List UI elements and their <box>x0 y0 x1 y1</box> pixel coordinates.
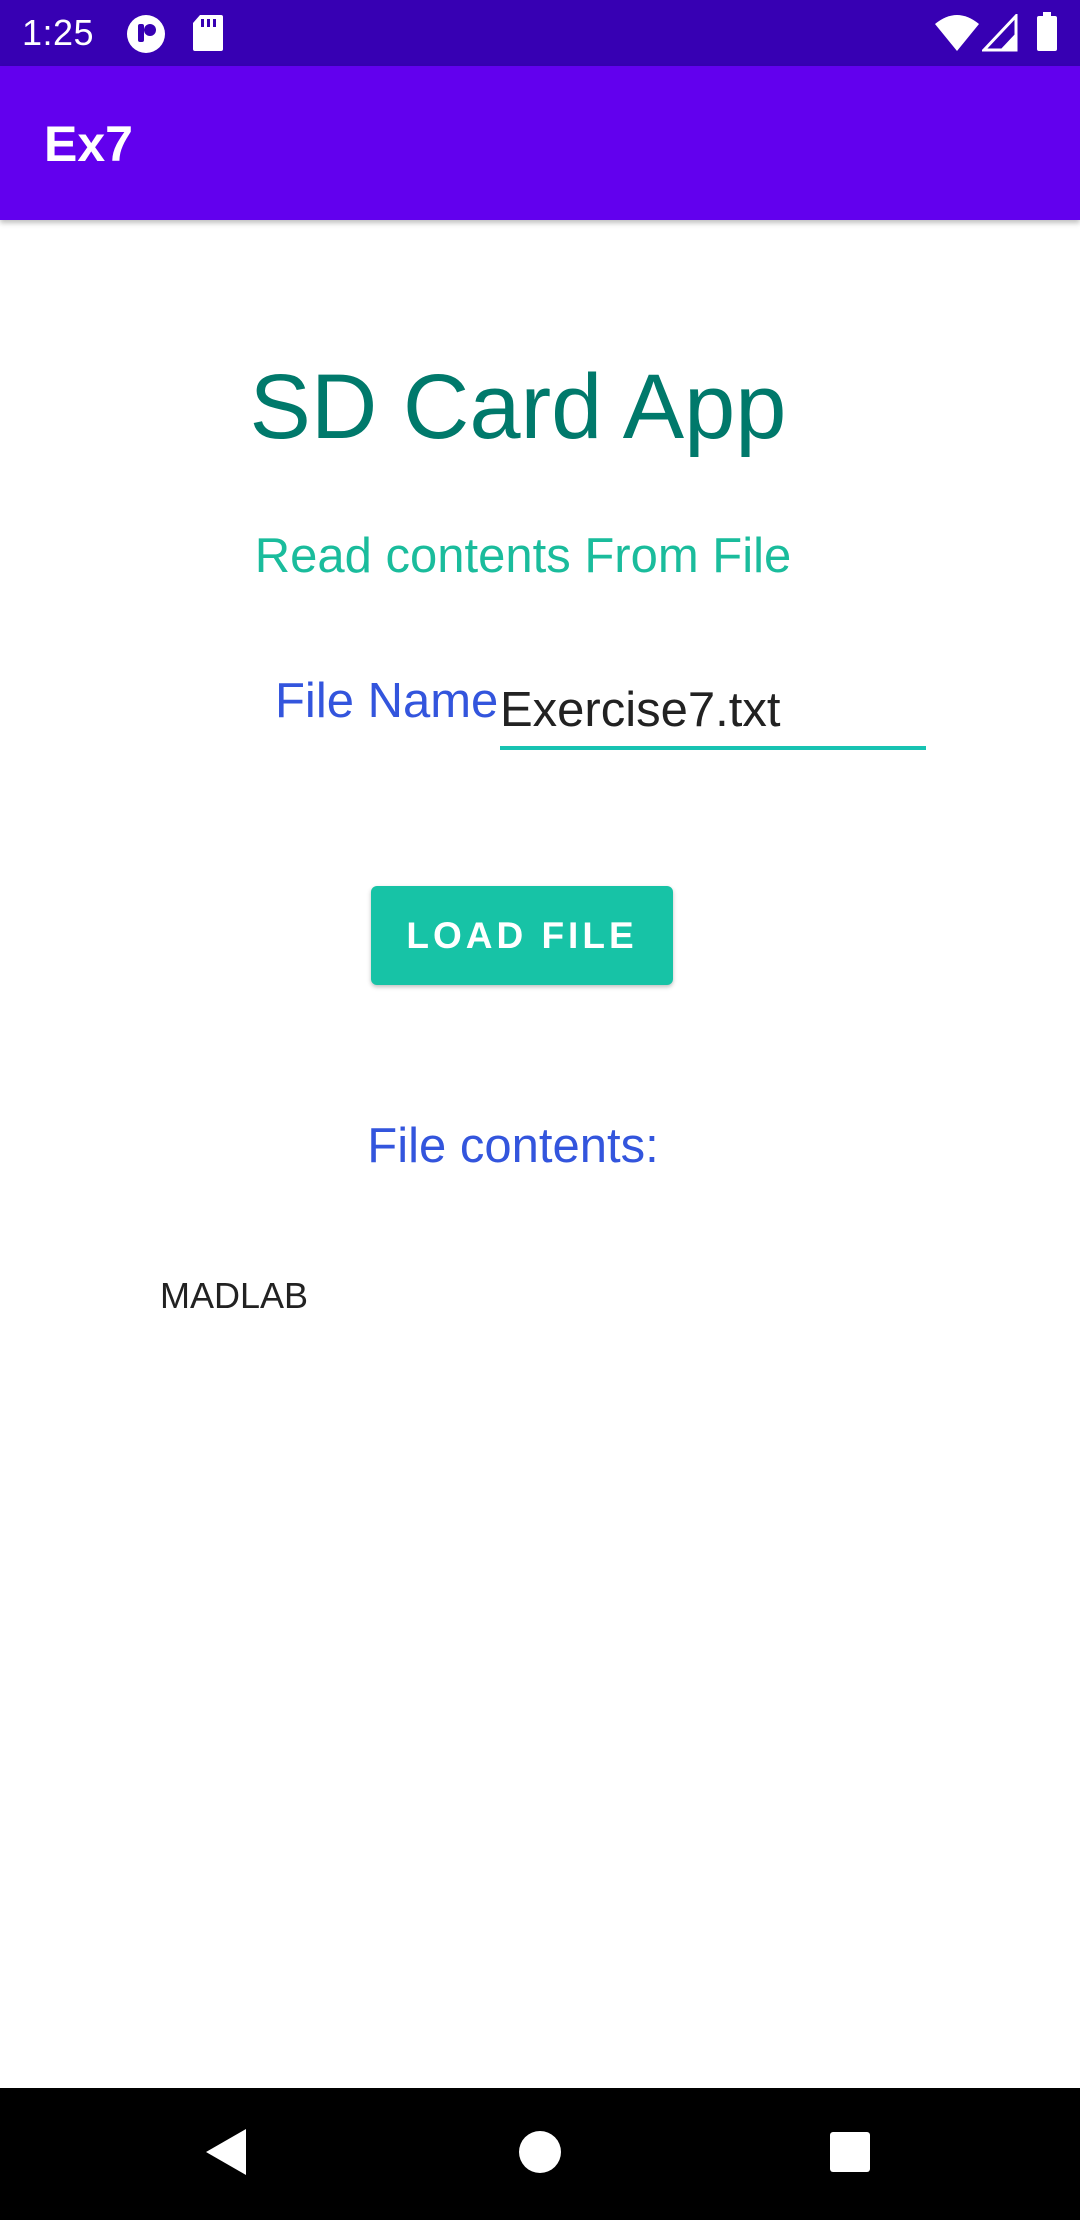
signal-icon <box>980 12 1018 57</box>
home-icon <box>518 2130 562 2179</box>
notification-icon <box>126 14 166 59</box>
sd-card-icon <box>192 14 224 57</box>
app-title: Ex7 <box>44 116 133 172</box>
page-title: SD Card App <box>249 356 787 458</box>
recents-button[interactable] <box>785 2088 915 2220</box>
status-time: 1:25 <box>22 12 95 53</box>
back-button[interactable] <box>161 2088 291 2220</box>
file-contents-label: File contents: <box>367 1119 659 1173</box>
status-bar: 1:25 <box>0 0 1080 66</box>
file-name-label: File Name <box>275 674 499 728</box>
recents-icon <box>829 2131 871 2178</box>
battery-icon <box>1036 12 1058 57</box>
file-name-input[interactable] <box>500 674 926 750</box>
navigation-bar <box>0 2088 1080 2220</box>
home-button[interactable] <box>475 2088 605 2220</box>
file-contents-text: MADLAB <box>160 1275 309 1316</box>
load-file-button[interactable]: LOAD FILE <box>371 886 673 985</box>
back-icon <box>204 2127 248 2182</box>
app-bar: Ex7 <box>0 66 1080 220</box>
wifi-icon <box>934 14 980 57</box>
page-subtitle: Read contents From File <box>254 529 792 583</box>
